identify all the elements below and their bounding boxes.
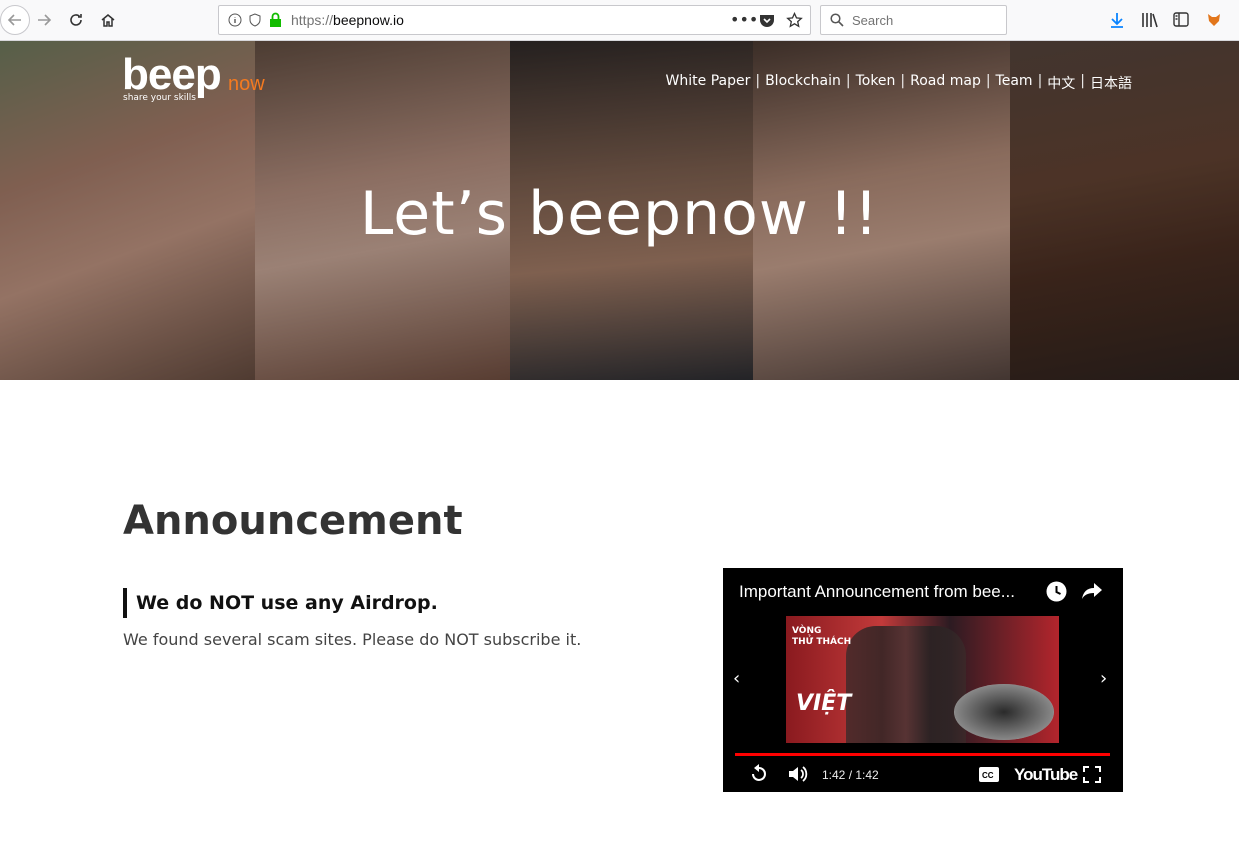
thumbnail-show-logo: VIỆT bbox=[796, 691, 852, 716]
download-icon[interactable] bbox=[1109, 12, 1125, 29]
nav-white-paper[interactable]: White Paper bbox=[661, 73, 756, 93]
back-button[interactable] bbox=[0, 5, 30, 35]
logo-now: now bbox=[228, 73, 265, 95]
home-button[interactable] bbox=[96, 8, 120, 32]
search-icon bbox=[830, 13, 844, 27]
youtube-embed[interactable]: Important Announcement from bee... ‹ › V… bbox=[723, 568, 1123, 792]
announcement-heading: We do NOT use any Airdrop. bbox=[123, 588, 438, 618]
main-nav: White Paper | Blockchain | Token | Road map… bbox=[661, 73, 1137, 93]
share-icon[interactable] bbox=[1081, 582, 1103, 600]
video-progress-bar[interactable] bbox=[735, 753, 1110, 756]
forward-arrow-icon bbox=[38, 14, 52, 26]
captions-icon[interactable]: CC bbox=[979, 767, 999, 782]
thumbnail-stage-inset bbox=[954, 684, 1054, 740]
tracking-shield-icon bbox=[249, 13, 261, 27]
next-video-icon[interactable]: › bbox=[1100, 668, 1107, 689]
url-text: https://beepnow.io bbox=[291, 12, 404, 28]
reload-icon bbox=[70, 14, 82, 26]
nav-team[interactable]: Team bbox=[991, 73, 1038, 93]
logo-text: beep bbox=[122, 50, 222, 99]
video-time: 1:42 / 1:42 bbox=[822, 768, 879, 782]
watch-later-icon[interactable] bbox=[1046, 581, 1067, 602]
browser-toolbar: https://beepnow.io ••• Search bbox=[0, 0, 1239, 41]
replay-icon[interactable] bbox=[749, 764, 769, 784]
fullscreen-icon[interactable] bbox=[1083, 766, 1101, 783]
padlock-icon bbox=[270, 12, 281, 27]
info-icon bbox=[228, 13, 242, 27]
video-title[interactable]: Important Announcement from bee... bbox=[739, 582, 1015, 602]
forward-button[interactable] bbox=[32, 8, 56, 32]
bookmark-star-icon[interactable] bbox=[786, 12, 803, 29]
fox-extension-icon[interactable] bbox=[1206, 12, 1222, 28]
search-input[interactable]: Search bbox=[820, 5, 1007, 35]
svg-text:CC: CC bbox=[982, 771, 994, 780]
hero-banner: beep now share your skills White Paper | … bbox=[0, 41, 1239, 380]
youtube-logo[interactable]: YouTube bbox=[1014, 765, 1078, 785]
volume-icon[interactable] bbox=[787, 764, 809, 784]
beepnow-logo[interactable]: beep now share your skills bbox=[122, 50, 265, 104]
thumbnail-performers bbox=[846, 626, 966, 743]
search-placeholder: Search bbox=[852, 13, 894, 28]
nav-japanese[interactable]: 日本語 bbox=[1085, 73, 1137, 93]
page-actions-icon[interactable]: ••• bbox=[730, 10, 758, 29]
reload-button[interactable] bbox=[64, 8, 88, 32]
announcement-title: Announcement bbox=[123, 498, 463, 544]
thumbnail-caption: VÒNG THỬ THÁCH bbox=[792, 626, 852, 647]
nav-road-map[interactable]: Road map bbox=[905, 73, 986, 93]
sidebar-icon[interactable] bbox=[1173, 12, 1189, 27]
pocket-icon[interactable] bbox=[759, 13, 775, 28]
hero-title: Let’s beepnow !! bbox=[359, 179, 880, 249]
home-icon bbox=[101, 14, 115, 27]
address-bar[interactable]: https://beepnow.io ••• bbox=[218, 5, 811, 35]
video-thumbnail[interactable]: VÒNG THỬ THÁCH VIỆT bbox=[786, 616, 1059, 743]
announcement-body: We found several scam sites. Please do N… bbox=[123, 630, 582, 649]
logo-tagline: share your skills bbox=[123, 93, 196, 103]
library-icon[interactable] bbox=[1141, 12, 1158, 28]
nav-chinese[interactable]: 中文 bbox=[1042, 73, 1080, 93]
nav-token[interactable]: Token bbox=[851, 73, 901, 93]
prev-video-icon[interactable]: ‹ bbox=[733, 668, 740, 689]
back-arrow-icon bbox=[7, 14, 21, 26]
nav-blockchain[interactable]: Blockchain bbox=[760, 73, 846, 93]
